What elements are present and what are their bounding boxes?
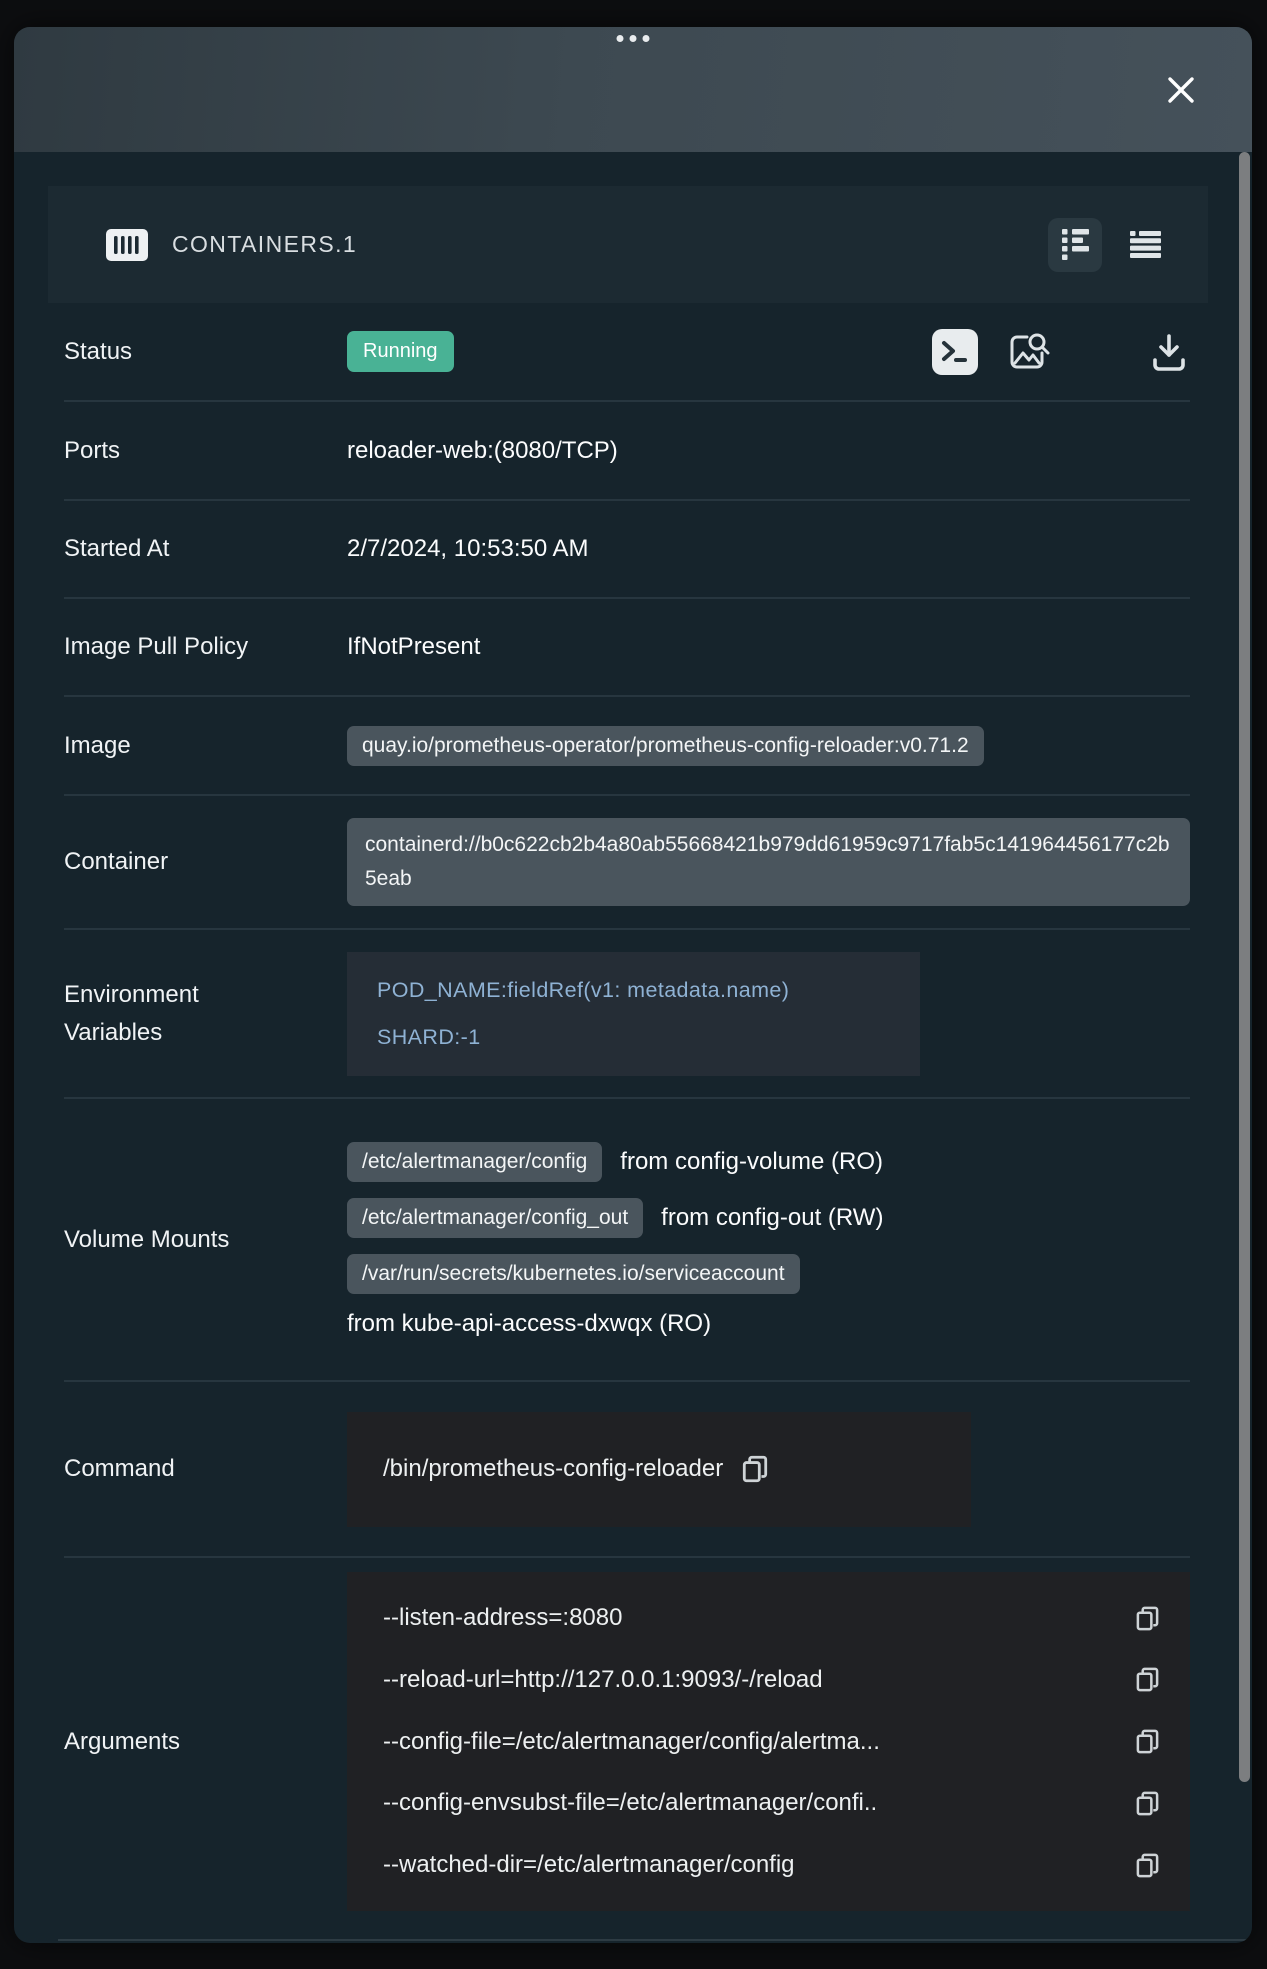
volume-mounts-label: Volume Mounts xyxy=(64,1221,347,1258)
argument-row: --config-envsubst-file=/etc/alertmanager… xyxy=(347,1789,1160,1817)
containers-section-header: CONTAINERS.1 xyxy=(48,186,1208,303)
status-badge: Running xyxy=(347,331,454,372)
started-at-value: 2/7/2024, 10:53:50 AM xyxy=(347,535,589,563)
volume-mount-source-line: from kube-api-access-dxwqx (RO) xyxy=(347,1310,883,1338)
image-inspect-button[interactable] xyxy=(1004,329,1050,375)
container-id-label: Container xyxy=(64,843,347,880)
close-icon xyxy=(1165,74,1197,106)
env-variables-box: POD_NAME:fieldRef(v1: metadata.name) SHA… xyxy=(347,952,920,1076)
mount-path-chip: /etc/alertmanager/config_out xyxy=(347,1198,643,1238)
volume-mount: /etc/alertmanager/config_out from config… xyxy=(347,1198,883,1238)
download-button[interactable] xyxy=(1148,330,1190,374)
copy-icon xyxy=(1135,1605,1160,1632)
vertical-scrollbar-thumb[interactable] xyxy=(1239,152,1250,1782)
detail-list-icon xyxy=(1062,229,1089,260)
footer-divider xyxy=(58,1939,1252,1941)
copy-icon xyxy=(741,1454,769,1484)
mount-source: from kube-api-access-dxwqx (RO) xyxy=(347,1310,711,1338)
image-label: Image xyxy=(64,727,347,764)
row-started-at: Started At 2/7/2024, 10:53:50 AM xyxy=(64,501,1190,599)
mount-path-chip: /etc/alertmanager/config xyxy=(347,1142,602,1182)
started-at-label: Started At xyxy=(64,530,347,567)
image-value-chip: quay.io/prometheus-operator/prometheus-c… xyxy=(347,726,984,766)
volume-mounts-list: /etc/alertmanager/config from config-vol… xyxy=(347,1142,883,1338)
argument-value: --reload-url=http://127.0.0.1:9093/-/rel… xyxy=(383,1666,1135,1694)
list-view-toggle-button[interactable] xyxy=(1118,218,1172,272)
row-environment-variables: Environment Variables POD_NAME:fieldRef(… xyxy=(64,930,1190,1099)
copy-argument-button[interactable] xyxy=(1135,1728,1160,1755)
volume-mount: /var/run/secrets/kubernetes.io/serviceac… xyxy=(347,1254,883,1294)
row-volume-mounts: Volume Mounts /etc/alertmanager/config f… xyxy=(64,1099,1190,1382)
row-container-id: Container containerd://b0c622cb2b4a80ab5… xyxy=(64,796,1190,930)
row-command: Command /bin/prometheus-config-reloader xyxy=(64,1382,1190,1558)
container-id-chip: containerd://b0c622cb2b4a80ab55668421b97… xyxy=(347,818,1190,906)
details-rows: Status Running xyxy=(14,303,1252,1925)
argument-row: --reload-url=http://127.0.0.1:9093/-/rel… xyxy=(347,1666,1160,1694)
app-background: { "panel": { "title": "CONTAINERS.1" }, … xyxy=(0,0,1267,1969)
row-ports: Ports reloader-web:(8080/TCP) xyxy=(64,402,1190,501)
arguments-label: Arguments xyxy=(64,1723,347,1760)
drag-handle-icon[interactable] xyxy=(617,35,650,42)
terminal-icon xyxy=(932,329,978,375)
argument-row: --listen-address=:8080 xyxy=(347,1604,1160,1632)
list-view-icon xyxy=(1130,231,1161,258)
copy-argument-button[interactable] xyxy=(1135,1790,1160,1817)
argument-row: --config-file=/etc/alertmanager/config/a… xyxy=(347,1728,1160,1756)
ports-label: Ports xyxy=(64,432,347,469)
row-image: Image quay.io/prometheus-operator/promet… xyxy=(64,697,1190,796)
command-label: Command xyxy=(64,1450,347,1487)
close-button[interactable] xyxy=(1162,71,1200,109)
argument-value: --config-file=/etc/alertmanager/config/a… xyxy=(383,1728,1135,1756)
mount-path-chip: /var/run/secrets/kubernetes.io/serviceac… xyxy=(347,1254,800,1294)
argument-value: --config-envsubst-file=/etc/alertmanager… xyxy=(383,1789,1135,1817)
row-status: Status Running xyxy=(64,303,1190,402)
container-actions xyxy=(932,329,1190,375)
command-box: /bin/prometheus-config-reloader xyxy=(347,1412,971,1527)
row-image-pull-policy: Image Pull Policy IfNotPresent xyxy=(64,599,1190,697)
copy-argument-button[interactable] xyxy=(1135,1852,1160,1879)
copy-icon xyxy=(1135,1790,1160,1817)
mount-source: from config-volume (RO) xyxy=(620,1148,883,1176)
argument-row: --watched-dir=/etc/alertmanager/config xyxy=(347,1851,1160,1879)
copy-icon xyxy=(1135,1666,1160,1693)
open-terminal-button[interactable] xyxy=(932,329,978,375)
image-pull-policy-value: IfNotPresent xyxy=(347,633,480,661)
container-icon xyxy=(106,229,148,261)
container-details-modal: CONTAINERS.1 xyxy=(14,27,1252,1943)
env-label: Environment Variables xyxy=(64,976,347,1050)
modal-titlebar xyxy=(14,27,1252,152)
env-variable: POD_NAME:fieldRef(v1: metadata.name) xyxy=(377,978,890,1003)
copy-icon xyxy=(1135,1852,1160,1879)
argument-value: --listen-address=:8080 xyxy=(383,1604,1135,1632)
copy-icon xyxy=(1135,1728,1160,1755)
view-toggle-group xyxy=(1048,218,1172,272)
copy-argument-button[interactable] xyxy=(1135,1666,1160,1693)
image-pull-policy-label: Image Pull Policy xyxy=(64,628,347,665)
arguments-box: --listen-address=:8080 --reload-url=http… xyxy=(347,1572,1190,1911)
command-value: /bin/prometheus-config-reloader xyxy=(383,1455,723,1483)
copy-command-button[interactable] xyxy=(741,1454,769,1484)
argument-value: --watched-dir=/etc/alertmanager/config xyxy=(383,1851,1135,1879)
ports-value: reloader-web:(8080/TCP) xyxy=(347,437,618,465)
section-title: CONTAINERS.1 xyxy=(172,231,357,258)
mount-source: from config-out (RW) xyxy=(661,1204,883,1232)
env-variable: SHARD:-1 xyxy=(377,1025,890,1050)
status-label: Status xyxy=(64,333,347,370)
detail-view-toggle-button[interactable] xyxy=(1048,218,1102,272)
volume-mount: /etc/alertmanager/config from config-vol… xyxy=(347,1142,883,1182)
image-search-icon xyxy=(1004,329,1050,375)
download-icon xyxy=(1149,331,1189,373)
row-arguments: Arguments --listen-address=:8080 --re xyxy=(64,1558,1190,1925)
copy-argument-button[interactable] xyxy=(1135,1605,1160,1632)
